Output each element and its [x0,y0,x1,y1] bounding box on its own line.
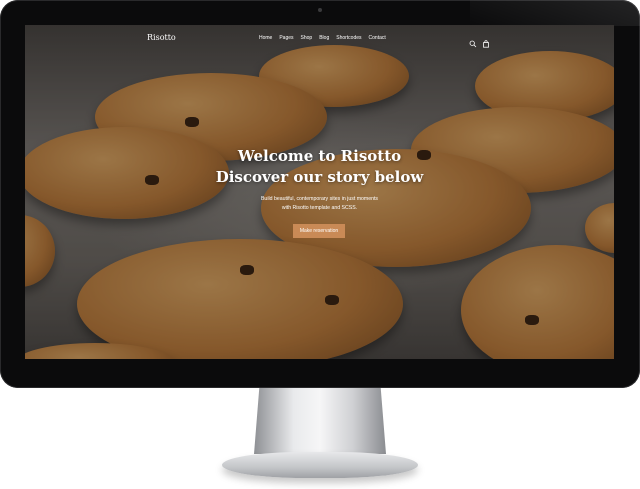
nav-item-shortcodes[interactable]: Shortcodes [336,35,361,41]
hero-subtitle: Build beautiful, contemporary sites in j… [25,195,614,213]
main-menu: Home Pages Shop Blog Shortcodes Contact [259,35,386,41]
monitor-stand-neck [254,388,386,454]
webcam-dot [318,8,322,12]
nav-item-blog[interactable]: Blog [319,35,329,41]
search-icon[interactable] [469,33,477,48]
make-reservation-button[interactable]: Make reservation [293,224,345,238]
site-logo[interactable]: Risotto [147,33,176,42]
site-header: Risotto Home Pages Shop Blog Shortcodes … [25,25,614,51]
shopping-bag-icon[interactable] [482,33,490,48]
nav-item-pages[interactable]: Pages [279,35,293,41]
monitor-frame: Risotto Home Pages Shop Blog Shortcodes … [0,0,640,388]
hero-subtitle-line: with Risotto template and SCSS. [281,205,358,211]
hero-title-line: Welcome to Risotto [237,147,402,165]
monitor-stand-base [222,452,418,478]
nav-item-contact[interactable]: Contact [369,35,386,41]
hero-title: Welcome to Risotto Discover our story be… [25,146,614,188]
nav-item-shop[interactable]: Shop [301,35,313,41]
hero-title-line: Discover our story below [215,168,424,186]
hero-dark-overlay [25,25,614,359]
website-screen: Risotto Home Pages Shop Blog Shortcodes … [25,25,614,359]
hero-subtitle-line: Build beautiful, contemporary sites in j… [260,196,379,202]
bezel-reflection [470,0,640,26]
nav-item-home[interactable]: Home [259,35,272,41]
